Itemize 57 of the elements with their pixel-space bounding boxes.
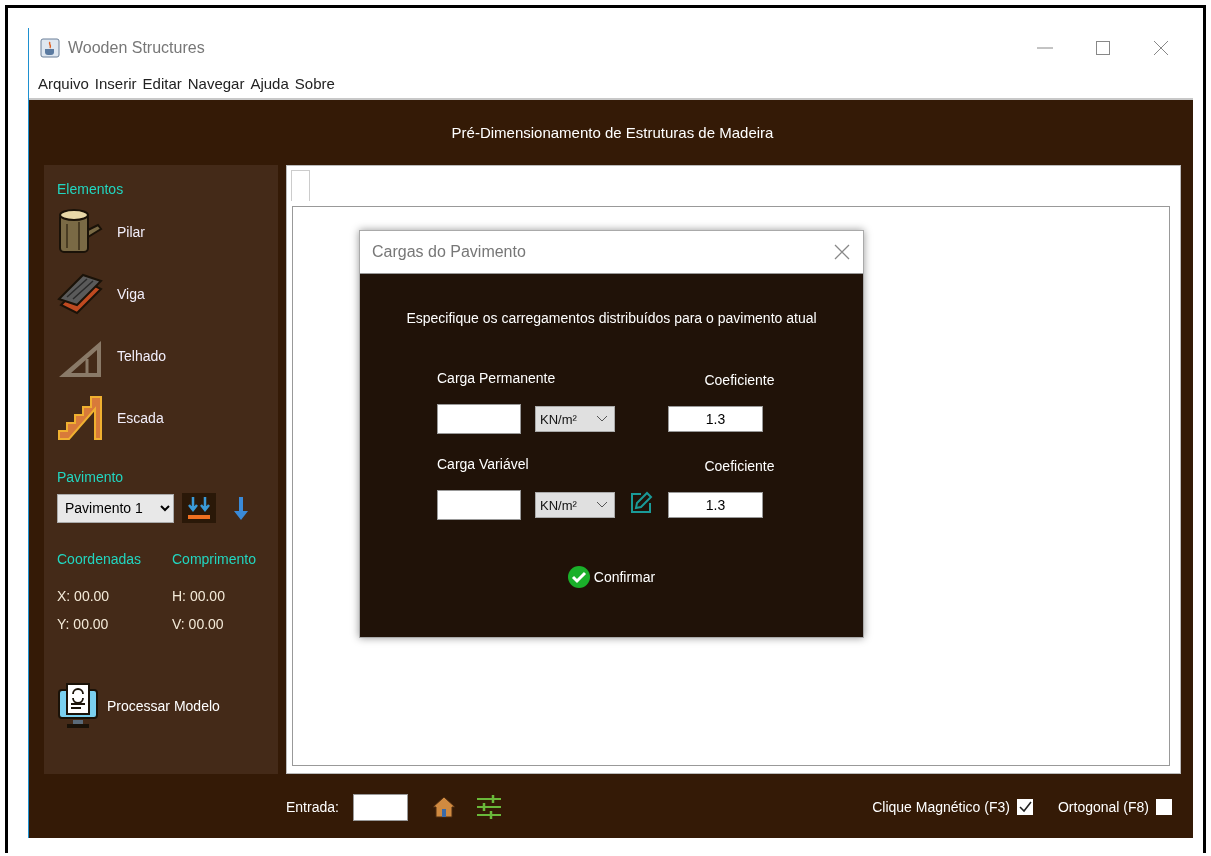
- length-value: H: 00.00: [172, 588, 226, 604]
- section-heading: Pavimento: [57, 469, 125, 485]
- option-label: Ortogonal (F8): [1057, 799, 1149, 815]
- coordinates-heading: Coordenadas: [57, 551, 143, 567]
- option-label: Clique Magnético (F3): [872, 799, 1010, 815]
- unit-select[interactable]: KN/m²: [535, 406, 615, 432]
- confirm-button[interactable]: Confirmar: [567, 566, 656, 588]
- java-cup-icon: [40, 38, 60, 58]
- section-heading: Elementos: [57, 181, 125, 197]
- input-field[interactable]: [352, 793, 408, 821]
- coefficient-input[interactable]: 1.3: [668, 492, 763, 518]
- length-heading: Comprimento: [172, 551, 258, 567]
- checkbox[interactable]: [1016, 799, 1033, 815]
- planks-icon: [57, 271, 103, 317]
- sliders-icon[interactable]: [475, 795, 502, 819]
- menu-item[interactable]: Inserir: [91, 74, 140, 92]
- app-header: Pré-Dimensionamento de Estruturas de Madeira: [451, 124, 774, 141]
- floor-select[interactable]: Pavimento 1: [57, 493, 174, 523]
- element-label[interactable]: Viga: [117, 286, 145, 302]
- process-model-button[interactable]: Processar Modelo: [57, 682, 220, 730]
- menu-item[interactable]: Navegar: [184, 74, 248, 92]
- dialog-title: Cargas do Pavimento: [372, 243, 526, 261]
- check-icon: [567, 566, 590, 588]
- input-label: Entrada:: [286, 799, 339, 815]
- menu-item[interactable]: Sobre: [291, 74, 338, 92]
- chevron-down-icon: [596, 501, 608, 509]
- edit-icon[interactable]: [629, 491, 653, 515]
- coordinate-value: X: 00.00: [57, 588, 111, 604]
- home-icon[interactable]: [431, 796, 456, 818]
- chevron-down-icon: [596, 415, 608, 423]
- monitor-document-icon: [57, 682, 99, 730]
- element-label[interactable]: Escada: [117, 410, 164, 426]
- menu-item[interactable]: Editar: [139, 74, 185, 92]
- load-label: Carga Permanente: [437, 370, 557, 388]
- menu-item[interactable]: Ajuda: [247, 74, 292, 92]
- checkbox[interactable]: [1156, 799, 1172, 815]
- stairs-icon: [57, 395, 103, 441]
- load-label: Carga Variável: [437, 456, 530, 474]
- instruction-text: Especifique os carregamentos distribuídos para o pavimento atual: [405, 310, 818, 326]
- menu-item[interactable]: Arquivo: [35, 74, 92, 92]
- log-icon: [57, 208, 103, 256]
- coordinate-value: Y: 00.00: [57, 616, 110, 632]
- element-label[interactable]: Telhado: [117, 348, 167, 364]
- coefficient-label: Coeficiente: [703, 372, 776, 388]
- unit-select[interactable]: KN/m²: [535, 492, 615, 518]
- element-label[interactable]: Pilar: [117, 224, 145, 240]
- window-title: Wooden Structures: [68, 39, 205, 57]
- lower-floor-button[interactable]: [182, 493, 216, 523]
- coefficient-label: Coeficiente: [703, 458, 776, 474]
- close-icon[interactable]: [1151, 38, 1171, 58]
- load-input[interactable]: [437, 404, 521, 434]
- length-value: V: 00.00: [172, 616, 225, 632]
- close-icon[interactable]: [833, 243, 851, 261]
- maximize-icon[interactable]: [1093, 38, 1113, 58]
- arrow-down-icon[interactable]: [232, 495, 250, 521]
- load-input[interactable]: [437, 490, 521, 520]
- coefficient-input[interactable]: 1.3: [668, 406, 763, 432]
